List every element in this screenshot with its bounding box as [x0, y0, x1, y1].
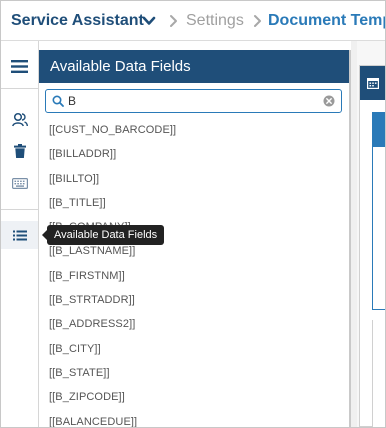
rail-divider	[1, 88, 38, 89]
tooltip: Available Data Fields	[42, 225, 165, 245]
search-icon	[52, 95, 64, 107]
document-lower-section	[372, 320, 385, 427]
tooltip-arrow	[42, 230, 47, 240]
field-item[interactable]: [[B_TITLE]]	[39, 191, 349, 215]
field-item[interactable]: [[B_CITY]]	[39, 337, 349, 361]
rail-divider	[1, 209, 38, 210]
field-item[interactable]: [[BILLADDR]]	[39, 142, 349, 166]
field-item[interactable]: [[B_STRTADDR]]	[39, 288, 349, 312]
clear-search-icon[interactable]	[323, 95, 335, 107]
field-item[interactable]: [[B_STATE]]	[39, 361, 349, 385]
app-window: Service Assistant Settings Document Temp	[0, 0, 386, 428]
search-input[interactable]	[68, 93, 318, 109]
chevron-right-icon	[170, 15, 177, 27]
app-name-link[interactable]: Service Assistant	[11, 11, 144, 31]
breadcrumb-current-page: Document Temp	[268, 12, 385, 29]
users-icon	[11, 112, 28, 126]
document-card-header	[360, 66, 385, 100]
document-card	[359, 65, 385, 427]
field-list: [[CUST_NO_BARCODE]] [[BILLADDR]] [[BILLT…	[39, 118, 349, 427]
calendar-icon	[367, 77, 379, 89]
list-icon	[12, 230, 27, 240]
tooltip-text: Available Data Fields	[54, 229, 158, 241]
chevron-down-icon[interactable]	[142, 14, 156, 28]
field-item[interactable]: [[B_ADDRESS2]]	[39, 312, 349, 336]
search-box	[45, 89, 342, 113]
field-item[interactable]: [[BALANCEDUE]]	[39, 410, 349, 427]
document-inner-header	[373, 113, 385, 147]
breadcrumb-settings-link[interactable]: Settings	[186, 11, 244, 31]
field-item[interactable]: [[BILLTO]]	[39, 167, 349, 191]
keyboard-icon	[11, 177, 28, 189]
data-fields-button[interactable]	[1, 221, 38, 249]
field-item[interactable]: [[B_ZIPCODE]]	[39, 385, 349, 409]
users-button[interactable]	[1, 105, 38, 133]
field-item[interactable]: [[B_FIRSTNM]]	[39, 264, 349, 288]
delete-button[interactable]	[1, 137, 38, 165]
icon-rail	[1, 41, 39, 427]
breadcrumb: Service Assistant Settings Document Temp	[1, 1, 385, 41]
field-item[interactable]: [[CUST_NO_BARCODE]]	[39, 118, 349, 142]
menu-icon	[11, 59, 28, 73]
keyboard-button[interactable]	[1, 169, 38, 197]
menu-toggle-button[interactable]	[1, 52, 38, 80]
document-inner-panel	[372, 112, 385, 310]
panel-title: Available Data Fields	[39, 50, 349, 83]
trash-icon	[13, 144, 26, 158]
chevron-right-icon	[254, 15, 261, 27]
